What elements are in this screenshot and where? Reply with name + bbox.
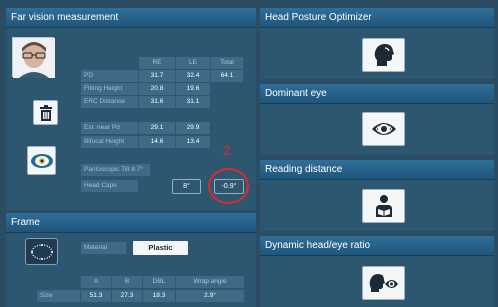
col-le: LE (176, 57, 210, 69)
size-wrap-angle: 2.9° (176, 290, 244, 302)
fitting-height-label: Fitting Height (81, 83, 138, 95)
head-posture-title: Head Posture Optimizer (260, 8, 494, 28)
head-profile-icon (374, 44, 394, 66)
head-cape-label: Head Cape (81, 180, 138, 192)
col-re: RE (139, 57, 175, 69)
frame-shape-button[interactable] (25, 238, 58, 265)
reading-distance-title: Reading distance (260, 160, 494, 180)
eye-icon (30, 153, 53, 168)
head-cape-value-a[interactable]: 8° (172, 179, 201, 194)
bifocal-height-le: 13.4 (176, 136, 210, 148)
material-value-button[interactable]: Plastic (133, 241, 188, 255)
fitting-height-re: 20.8 (139, 83, 175, 95)
size-label: Size (37, 290, 80, 302)
pd-label: PD (81, 70, 138, 82)
col-dbl: DBL (143, 276, 175, 288)
col-b: B (112, 276, 142, 288)
est-near-pd-label: Est. near Pd (81, 122, 138, 134)
material-label: Material (81, 242, 126, 254)
head-eye-ratio-icon (369, 274, 398, 292)
col-total: Total (211, 57, 243, 69)
est-near-pd-re: 29.1 (139, 122, 175, 134)
annotation-circle (208, 168, 249, 204)
bifocal-height-re: 14.6 (139, 136, 175, 148)
eye-button[interactable] (27, 146, 56, 175)
size-a: 51.3 (81, 290, 111, 302)
head-posture-button[interactable] (362, 38, 405, 72)
face-photo[interactable] (12, 37, 55, 78)
fitting-height-le: 19.6 (176, 83, 210, 95)
dynamic-head-eye-title: Dynamic head/eye ratio (260, 236, 494, 256)
far-vision-title: Far vision measurement (6, 8, 256, 28)
dominant-eye-button[interactable] (362, 112, 405, 146)
size-b: 27.3 (112, 290, 142, 302)
annotation-number: 2 (223, 142, 231, 158)
erc-distance-label: ERC Distance (81, 96, 138, 108)
reading-person-icon (375, 195, 392, 217)
pd-le: 32.4 (176, 70, 210, 82)
trash-icon (39, 104, 52, 121)
face-photo-image (13, 38, 55, 78)
bifocal-height-label: Bifocal Height (81, 136, 138, 148)
est-near-pd-le: 29.9 (176, 122, 210, 134)
dynamic-head-eye-button[interactable] (362, 266, 405, 300)
frame-title: Frame (6, 213, 256, 233)
pd-total: 64.1 (211, 70, 243, 82)
reading-distance-button[interactable] (362, 189, 405, 223)
col-wrap-angle: Wrap angle (176, 276, 244, 288)
erc-distance-le: 31.1 (176, 96, 210, 108)
frame-shape-icon (30, 243, 53, 260)
erc-distance-re: 31.6 (139, 96, 175, 108)
delete-button[interactable] (33, 100, 58, 125)
dominant-eye-title: Dominant eye (260, 84, 494, 104)
size-dbl: 18.3 (143, 290, 175, 302)
pantoscopic-tilt-label: Pantoscopic Tilt 8.7° (81, 164, 150, 176)
dominant-eye-icon (371, 123, 396, 135)
col-a: A (81, 276, 111, 288)
pd-re: 31.7 (139, 70, 175, 82)
